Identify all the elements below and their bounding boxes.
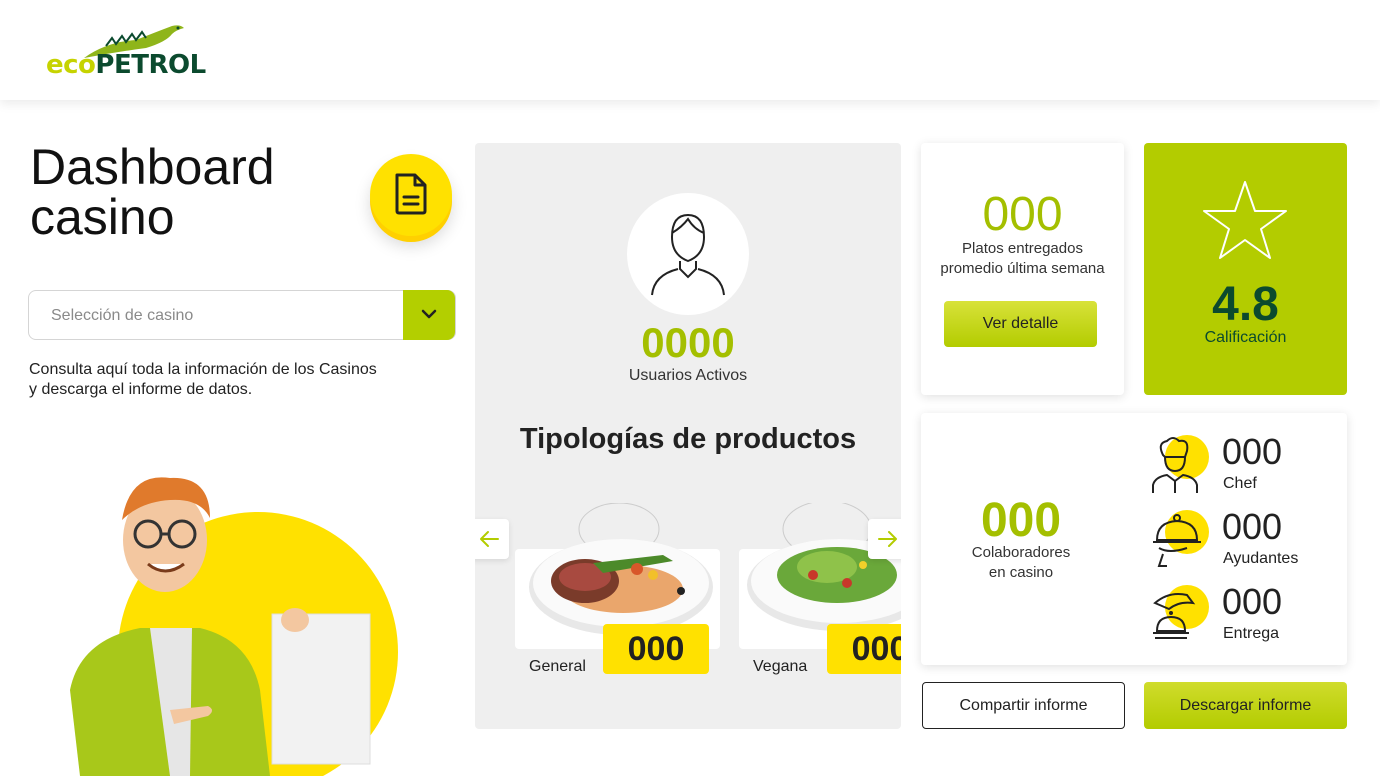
character-illustration — [70, 477, 398, 776]
active-users-label: Usuarios Activos — [628, 367, 748, 384]
vegan-count-badge: 000 — [827, 624, 901, 674]
chef-icon — [1149, 435, 1209, 495]
arrow-right-icon — [878, 531, 897, 547]
logo-text: ecoPETROL — [46, 50, 206, 80]
general-dish-image — [529, 503, 713, 635]
dishes-delivered-count: 000 — [982, 188, 1063, 241]
general-count-badge: 000 — [603, 624, 709, 674]
carousel-prev-button[interactable] — [475, 519, 509, 559]
rating-value: 4.8 — [1212, 278, 1279, 331]
rating-label: Calificación — [1204, 329, 1287, 346]
top-header: ecoPETROL — [0, 0, 1380, 100]
cloche-icon — [1149, 510, 1209, 570]
carousel-next-button[interactable] — [868, 519, 901, 559]
page-title: Dashboard casino — [30, 139, 275, 245]
product-card-vegana[interactable]: 000 Vegana — [739, 483, 901, 683]
product-types-title: Tipologías de productos — [519, 423, 857, 455]
helpers-label: Ayudantes — [1223, 550, 1299, 567]
dishes-delivered-card: 000 Platos entregados promedio última se… — [921, 143, 1124, 395]
general-label: General — [529, 658, 586, 675]
arrow-left-icon — [480, 531, 499, 547]
view-detail-button[interactable]: Ver detalle — [944, 301, 1097, 347]
rating-card: 4.8 Calificación — [1144, 143, 1347, 395]
ecopetrol-logo[interactable]: ecoPETROL — [46, 22, 226, 82]
role-ayudantes: 000 Ayudantes — [1149, 506, 1349, 580]
collaborators-count: 000 — [980, 494, 1062, 547]
helpers-count: 000 — [1222, 506, 1283, 547]
document-icon — [395, 173, 427, 215]
role-chef: 000 Chef — [1149, 431, 1349, 505]
vegan-label: Vegana — [753, 658, 808, 675]
page-description: Consulta aquí toda la información de los… — [29, 361, 377, 398]
casino-select[interactable]: Selección de casino — [28, 290, 456, 340]
user-icon — [651, 213, 725, 296]
casino-select-placeholder: Selección de casino — [51, 307, 194, 324]
active-users-count: 0000 — [641, 319, 735, 366]
role-entrega: 000 Entrega — [1149, 581, 1349, 655]
dishes-delivered-label: Platos entregados promedio última semana — [940, 240, 1105, 277]
delivery-count: 000 — [1222, 581, 1283, 622]
download-report-button[interactable]: Descargar informe — [1144, 682, 1347, 729]
chef-label: Chef — [1223, 475, 1257, 492]
share-report-button[interactable]: Compartir informe — [922, 682, 1125, 729]
product-card-general[interactable]: 000 General — [515, 483, 720, 683]
report-document-button[interactable] — [370, 154, 452, 236]
collaborators-card: 000 Colaboradores en casino 000 Chef 000… — [921, 413, 1347, 665]
delivery-icon — [1149, 585, 1209, 645]
center-panel: 0000 Usuarios Activos Tipologías de prod… — [475, 143, 901, 729]
star-icon — [1203, 181, 1287, 259]
casino-select-toggle[interactable] — [403, 290, 455, 340]
collaborators-label: Colaboradores en casino — [971, 544, 1071, 581]
chef-count: 000 — [1222, 431, 1283, 472]
chevron-down-icon — [421, 309, 437, 319]
delivery-label: Entrega — [1223, 625, 1280, 642]
avatar — [627, 193, 749, 315]
